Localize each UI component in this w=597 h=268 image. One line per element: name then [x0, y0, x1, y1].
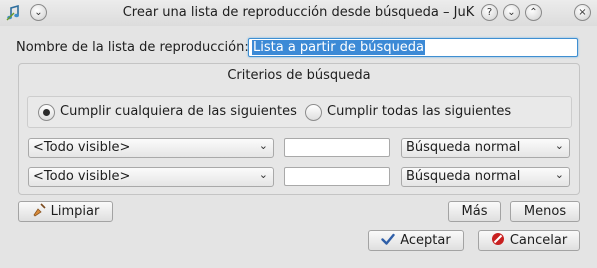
match-any-radio[interactable] — [38, 104, 55, 121]
criteria-mode-select-1[interactable]: Búsqueda normal ⌄ — [401, 138, 570, 158]
close-icon[interactable]: × — [574, 4, 591, 21]
match-any-label[interactable]: Cumplir cualquiera de las siguientes — [60, 104, 297, 119]
cancel-label: Cancelar — [509, 233, 568, 248]
ok-label: Aceptar — [400, 233, 451, 248]
cancel-button[interactable]: Cancelar — [478, 230, 580, 251]
match-mode-box: Cumplir cualquiera de las siguientes Cum… — [27, 96, 572, 128]
clear-label: Limpiar — [50, 204, 100, 219]
dialog-window: ⌄ Crear una lista de reproducción desde … — [0, 0, 597, 268]
match-all-label[interactable]: Cumplir todas las siguientes — [327, 104, 511, 119]
criteria-text-input-2[interactable] — [284, 167, 390, 186]
more-button[interactable]: Más — [448, 201, 501, 222]
criteria-mode-value-2: Búsqueda normal — [406, 169, 521, 184]
maximize-icon[interactable]: ⌃ — [525, 4, 542, 21]
criteria-field-select-2[interactable]: <Todo visible> ⌄ — [28, 167, 274, 187]
title-bar[interactable]: ⌄ Crear una lista de reproducción desde … — [0, 0, 597, 26]
search-criteria-title: Criterios de búsqueda — [227, 68, 371, 83]
playlist-name-label: Nombre de la lista de reproducción: — [16, 40, 249, 55]
fewer-label: Menos — [523, 204, 567, 219]
search-criteria-group: Criterios de búsqueda Cumplir cualquiera… — [18, 63, 580, 195]
chevron-down-icon: ⌄ — [258, 139, 268, 152]
cancel-icon — [491, 233, 504, 245]
broom-icon — [33, 203, 46, 217]
criteria-field-value-1: <Todo visible> — [33, 140, 131, 155]
help-icon[interactable]: ? — [481, 4, 498, 21]
playlist-name-value: Lista a partir de búsqueda — [252, 40, 426, 55]
checkmark-icon — [381, 233, 395, 245]
chevron-down-icon: ⌄ — [554, 168, 564, 181]
criteria-field-select-1[interactable]: <Todo visible> ⌄ — [28, 138, 274, 158]
chevron-down-icon: ⌄ — [554, 139, 564, 152]
criteria-mode-select-2[interactable]: Búsqueda normal ⌄ — [401, 167, 570, 187]
more-label: Más — [461, 204, 488, 219]
ok-button[interactable]: Aceptar — [368, 230, 464, 251]
match-all-radio[interactable] — [305, 104, 322, 121]
criteria-field-value-2: <Todo visible> — [33, 169, 131, 184]
chevron-down-icon: ⌄ — [258, 168, 268, 181]
playlist-name-input[interactable]: Lista a partir de búsqueda — [248, 38, 578, 57]
fewer-button[interactable]: Menos — [510, 201, 580, 222]
criteria-mode-value-1: Búsqueda normal — [406, 140, 521, 155]
criteria-text-input-1[interactable] — [284, 138, 390, 157]
clear-button[interactable]: Limpiar — [18, 201, 113, 222]
minimize-icon[interactable]: ⌄ — [503, 4, 520, 21]
